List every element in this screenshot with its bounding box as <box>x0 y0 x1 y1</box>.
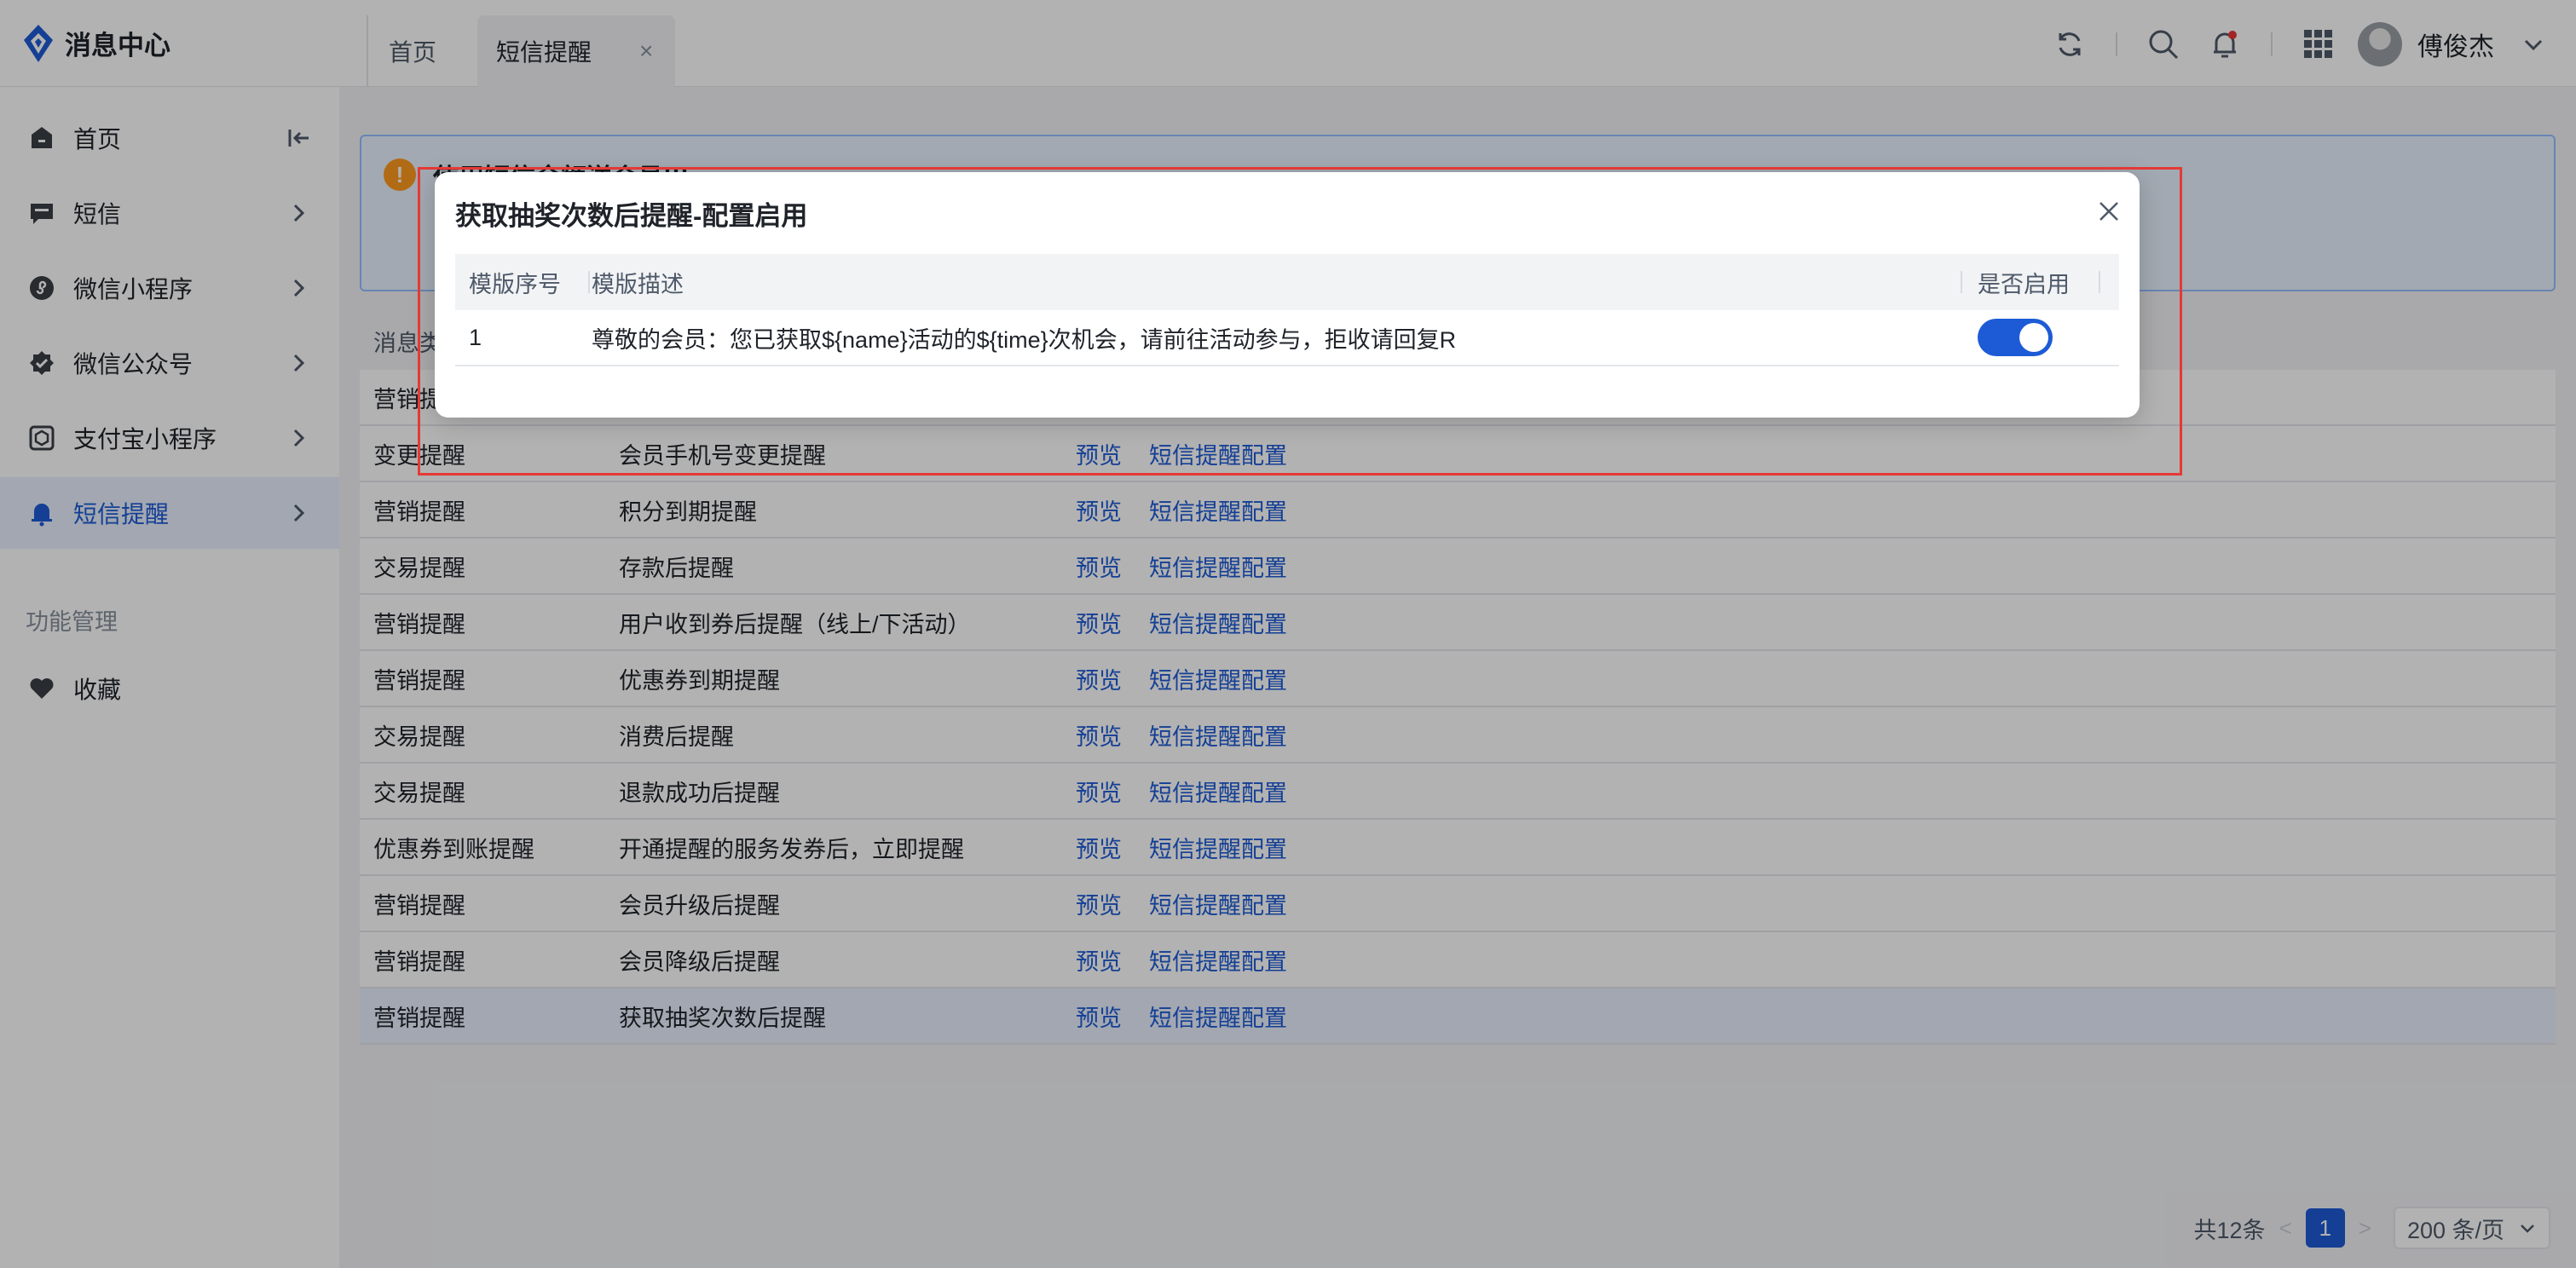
annotation-highlight-box <box>418 167 2182 476</box>
